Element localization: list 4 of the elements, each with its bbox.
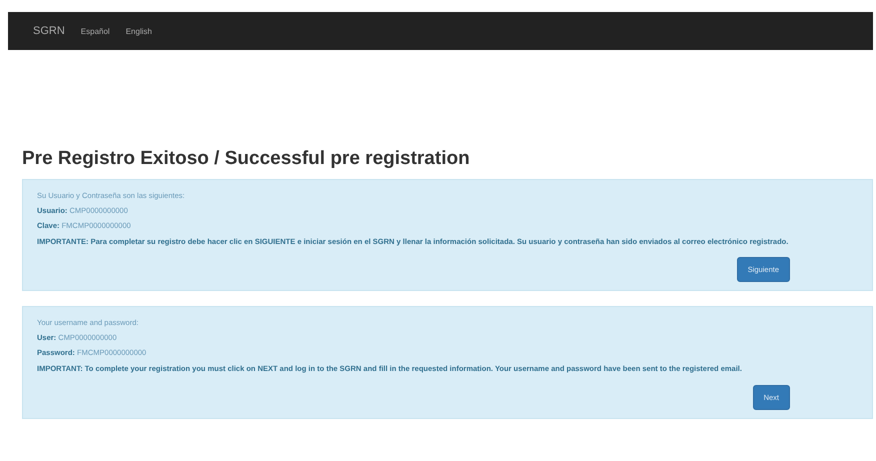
language-link[interactable]: English	[126, 26, 152, 36]
language-link[interactable]: Español	[80, 26, 110, 36]
page-title: Pre Registro Exitoso / Successful pre registration	[22, 148, 471, 170]
brand-link[interactable]: SGRN	[33, 25, 65, 37]
